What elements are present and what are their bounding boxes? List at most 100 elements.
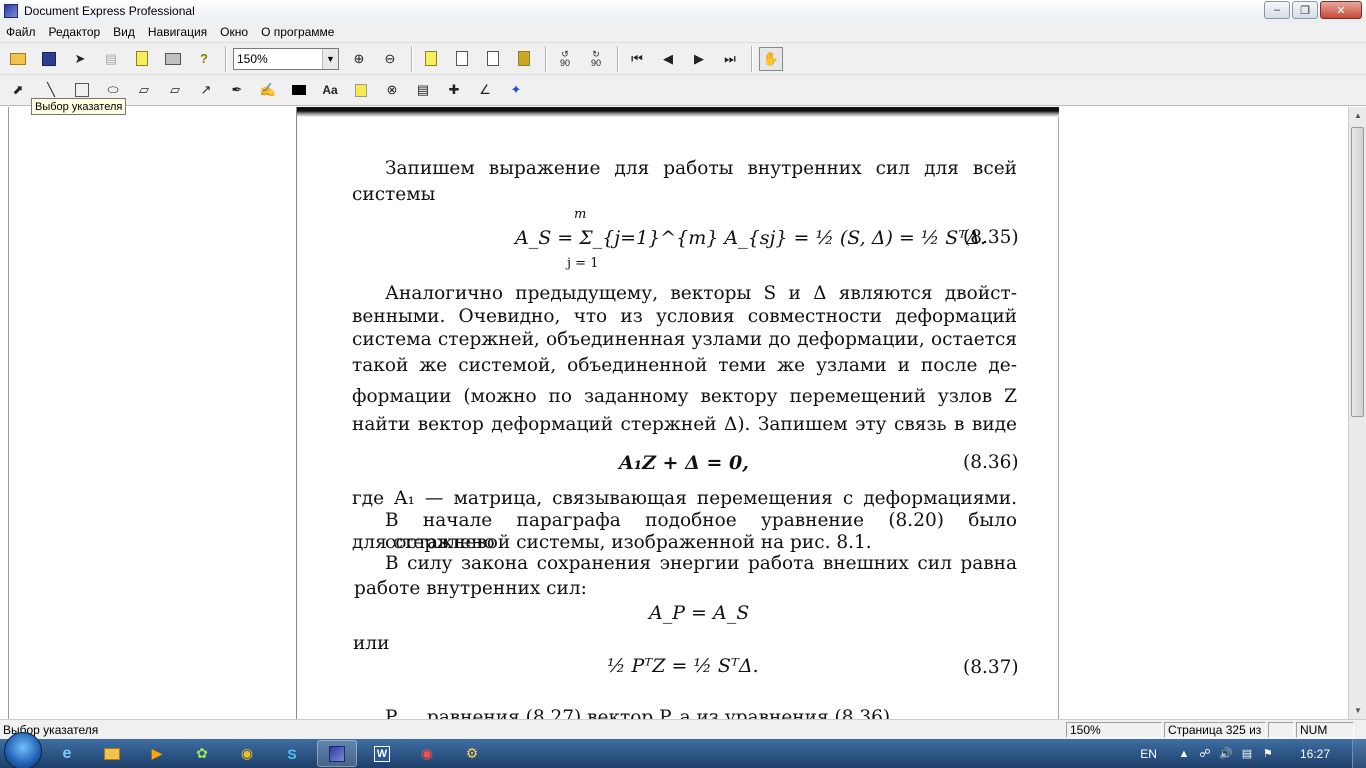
page-text-line: В силу закона сохранения энергии работа … (385, 553, 1017, 574)
magic-wand-icon[interactable]: ✦ (504, 78, 528, 102)
equation-8-37: ½ PᵀZ = ½ SᵀΔ. (607, 655, 759, 677)
menu-file[interactable]: Файл (6, 25, 36, 39)
flag-icon[interactable]: ⚑ (1261, 747, 1275, 761)
thumbnail-panel[interactable] (0, 107, 297, 719)
hand-tool-icon[interactable]: ✋ (759, 46, 783, 71)
system-tray: EN ▲ ☍ 🔊 ▤ ⚑ 16:27 (1140, 739, 1366, 768)
zoom-select[interactable]: 150% ▼ (233, 47, 339, 70)
start-button[interactable] (4, 731, 42, 768)
maximize-button[interactable]: ❐ (1292, 1, 1318, 19)
text-tool-icon[interactable]: Aa (318, 78, 342, 102)
page-text-line: или (353, 633, 390, 654)
explorer-folder-icon[interactable] (92, 740, 132, 767)
usb-icon[interactable]: ☍ (1198, 747, 1212, 761)
page-text-line: такой же системой, объединенной теми же … (352, 355, 1017, 376)
status-empty (1268, 722, 1294, 738)
toolbar-separator (225, 45, 227, 72)
language-indicator[interactable]: EN (1140, 747, 1157, 761)
scroll-up-icon[interactable]: ▲ (1350, 107, 1366, 124)
previous-page-icon[interactable]: ◀ (656, 47, 680, 71)
tools-app-icon[interactable]: ⚙ (452, 740, 492, 767)
annotation-toolbar: ⬈ ╲ ⬭ ▱ ▱ ↗ ✒ ✍ Aa ⊗ ▤ ✚ ∠ ✦ (0, 74, 1366, 106)
status-bar: Выбор указателя 150% Страница 325 из 6 N… (0, 719, 1366, 739)
arrow-tool-icon[interactable]: ↗ (194, 78, 218, 102)
minimize-button[interactable]: – (1264, 1, 1290, 19)
scroll-down-icon[interactable]: ▼ (1350, 702, 1366, 719)
equation-number: (8.37) (963, 657, 1019, 678)
volume-icon[interactable]: 🔊 (1219, 747, 1233, 761)
document-view[interactable]: Запишем выражение для работы внутренних … (297, 107, 1348, 719)
app-icon (4, 4, 18, 18)
page-text-line-cut: Р ... равнения (8.27) вектор P, а из ура… (385, 707, 891, 719)
tray-expand-icon[interactable]: ▲ (1177, 747, 1191, 761)
filled-rectangle-icon[interactable] (287, 78, 311, 102)
document-page: Запишем выражение для работы внутренних … (297, 107, 1059, 719)
rotate-right-label: 90 (590, 57, 601, 68)
main-toolbar: ➤ ▤ ? 150% ▼ ⊕ ⊖ ↺ 90 ↻ 90 ⏮ ◀ ▶ ⏭ ✋ (0, 42, 1366, 74)
note-tool-icon[interactable] (349, 78, 373, 102)
butterfly-app-icon[interactable]: ✿ (182, 740, 222, 767)
menu-edit[interactable]: Редактор (49, 25, 101, 39)
menu-bar: Файл Редактор Вид Навигация Окно О прогр… (0, 22, 1366, 42)
show-desktop-button[interactable] (1352, 739, 1366, 768)
export-icon[interactable]: ➤ (68, 47, 92, 71)
clock[interactable]: 16:27 (1300, 747, 1330, 761)
taskbar: e ▶ ✿ ◉ S W ◉ ⚙ EN ▲ ☍ 🔊 ▤ ⚑ 16:27 (0, 731, 1366, 768)
pointer-icon[interactable]: ⬈ (6, 78, 30, 102)
last-page-icon[interactable]: ⏭ (718, 47, 742, 71)
page-text-line: где A₁ — матрица, связывающая перемещени… (352, 488, 1017, 509)
media-player-icon[interactable]: ▶ (137, 740, 177, 767)
page-info-icon[interactable] (512, 47, 536, 71)
crosshair-tool-icon[interactable]: ✚ (442, 78, 466, 102)
rotate-right-icon[interactable]: ↻ 90 (584, 47, 608, 71)
chevron-down-icon[interactable]: ▼ (322, 48, 338, 69)
document-express-task-icon[interactable] (317, 740, 357, 767)
zoom-out-icon[interactable]: ⊖ (378, 47, 402, 71)
save-icon[interactable] (37, 47, 61, 71)
menu-navigation[interactable]: Навигация (148, 25, 207, 39)
red-app-icon[interactable]: ◉ (407, 740, 447, 767)
status-zoom: 150% (1066, 722, 1162, 738)
chrome-icon[interactable]: ◉ (227, 740, 267, 767)
stamp-tool-icon[interactable]: ⊗ (380, 78, 404, 102)
page-text-line: формации (можно по заданному вектору пер… (352, 386, 1017, 407)
ruler-tool-icon[interactable]: ▤ (411, 78, 435, 102)
close-button[interactable]: ✕ (1320, 1, 1362, 19)
angle-tool-icon[interactable]: ∠ (473, 78, 497, 102)
equation-8-36: A₁Z + Δ = 0, (619, 452, 749, 474)
zoom-value: 150% (237, 51, 268, 66)
equation-8-35: A_S = Σ_{j=1}^{m} A_{sj} = ½ (S, Δ) = ½ … (515, 227, 987, 249)
menu-about[interactable]: О программе (261, 25, 334, 39)
highlighter-icon[interactable]: ✍ (256, 78, 280, 102)
actual-size-icon[interactable] (481, 47, 505, 71)
toolbar-separator (411, 45, 413, 72)
document-properties-icon[interactable] (130, 47, 154, 71)
tooltip: Выбор указателя (31, 98, 127, 115)
equation-number: (8.36) (963, 452, 1019, 473)
menu-window[interactable]: Окно (220, 25, 248, 39)
freeform-tool-icon[interactable]: ▱ (163, 78, 187, 102)
menu-view[interactable]: Вид (113, 25, 135, 39)
fit-page-icon[interactable] (419, 47, 443, 71)
page-scan-edge (297, 107, 1059, 117)
internet-explorer-icon[interactable]: e (47, 740, 87, 767)
word-icon[interactable]: W (362, 740, 402, 767)
next-page-icon[interactable]: ▶ (687, 47, 711, 71)
sum-upper-limit: m (574, 207, 587, 222)
vertical-scrollbar[interactable]: ▲ ▼ (1348, 107, 1366, 719)
pen-tool-icon[interactable]: ✒ (225, 78, 249, 102)
paste-icon[interactable]: ▤ (99, 47, 123, 71)
first-page-icon[interactable]: ⏮ (625, 47, 649, 71)
network-icon[interactable]: ▤ (1240, 747, 1254, 761)
scrollbar-thumb[interactable] (1351, 127, 1364, 417)
print-icon[interactable] (161, 47, 185, 71)
rotate-left-icon[interactable]: ↺ 90 (553, 47, 577, 71)
zoom-in-icon[interactable]: ⊕ (347, 47, 371, 71)
open-folder-icon[interactable] (6, 47, 30, 71)
fit-width-icon[interactable] (450, 47, 474, 71)
page-text-line: венными. Очевидно, что из условия совмес… (352, 306, 1017, 327)
help-icon[interactable]: ? (192, 47, 216, 71)
polygon-tool-icon[interactable]: ▱ (132, 78, 156, 102)
page-text-line: системы (352, 184, 436, 205)
skype-icon[interactable]: S (272, 740, 312, 767)
